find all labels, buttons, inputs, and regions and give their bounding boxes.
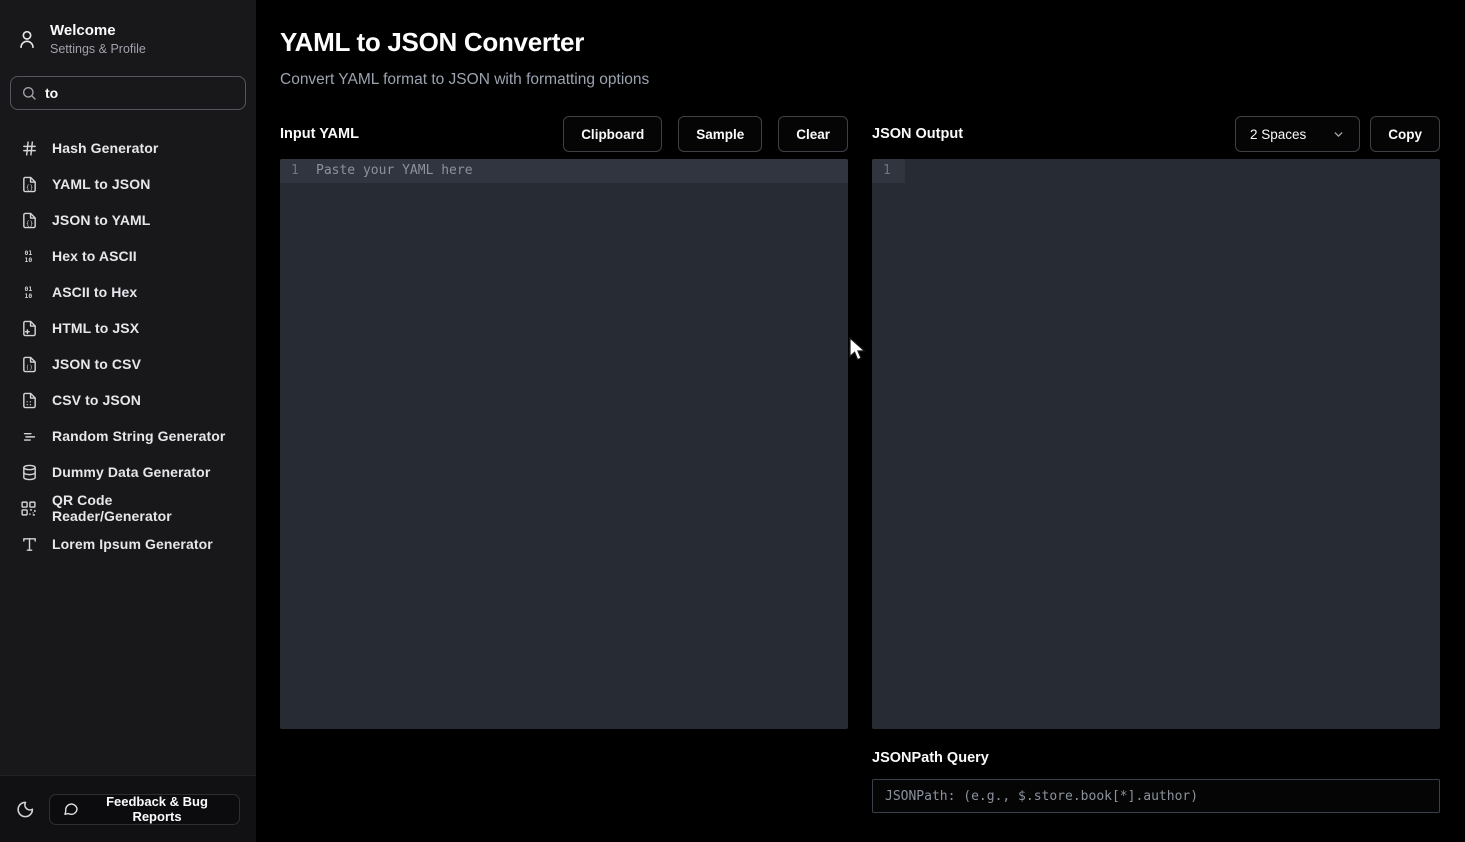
file-json-icon: {} [20, 212, 38, 229]
feedback-button[interactable]: Feedback & Bug Reports [49, 794, 240, 825]
clear-button[interactable]: Clear [778, 116, 848, 152]
tool-nav: Hash Generator {} YAML to JSON {} JSON t… [0, 120, 256, 775]
file-plus-icon [20, 320, 38, 337]
sidebar-item-json-to-yaml[interactable]: {} JSON to YAML [8, 202, 248, 238]
user-icon [16, 28, 38, 50]
theme-toggle-button[interactable] [16, 800, 35, 819]
search-box [10, 76, 246, 110]
chevron-down-icon [1332, 128, 1345, 141]
qr-code-icon [20, 500, 38, 517]
input-yaml-label: Input YAML [280, 126, 359, 142]
svg-text:(): () [25, 364, 32, 371]
yaml-input-editor[interactable]: 1 Paste your YAML here [280, 159, 848, 729]
editor-line: 1 Paste your YAML here [280, 159, 848, 183]
sidebar-item-hash-generator[interactable]: Hash Generator [8, 130, 248, 166]
svg-text:{}: {} [25, 184, 32, 191]
sidebar-item-html-to-jsx[interactable]: HTML to JSX [8, 310, 248, 346]
sidebar-item-json-to-csv[interactable]: () JSON to CSV [8, 346, 248, 382]
svg-text:10: 10 [24, 256, 32, 264]
sidebar-item-dummy-data-generator[interactable]: Dummy Data Generator [8, 454, 248, 490]
sidebar-item-qr-code-reader-generator[interactable]: QR Code Reader/Generator [8, 490, 248, 526]
feedback-button-label: Feedback & Bug Reports [88, 794, 226, 824]
sidebar-item-hex-to-ascii[interactable]: 01 10 Hex to ASCII [8, 238, 248, 274]
json-output-editor[interactable]: 1 [872, 159, 1440, 729]
binary-icon: 01 10 [20, 248, 38, 265]
clipboard-button[interactable]: Clipboard [563, 116, 662, 152]
jsonpath-query-input[interactable] [872, 779, 1440, 813]
editor-line: 1 [872, 159, 1440, 183]
jsonpath-query-label: JSONPath Query [872, 750, 1440, 766]
yaml-editor-placeholder: Paste your YAML here [313, 159, 473, 183]
sidebar: Welcome Settings & Profile Hash Generato… [0, 0, 256, 842]
json-output-panel: JSON Output 2 Spaces Copy 1 [872, 116, 1440, 813]
indent-select[interactable]: 2 Spaces [1235, 116, 1360, 152]
type-icon [20, 536, 38, 553]
search-input[interactable] [45, 85, 235, 101]
line-number: 1 [280, 159, 313, 183]
profile-header[interactable]: Welcome Settings & Profile [0, 0, 256, 70]
moon-icon [16, 800, 35, 819]
main-content: YAML to JSON Converter Convert YAML form… [256, 0, 1465, 842]
page-subtitle: Convert YAML format to JSON with formatt… [280, 71, 1440, 89]
file-json-icon: () [20, 356, 38, 373]
input-yaml-panel: Input YAML Clipboard Sample Clear 1 Past… [280, 116, 848, 813]
copy-button[interactable]: Copy [1370, 116, 1440, 152]
sample-button[interactable]: Sample [678, 116, 762, 152]
svg-text:{}: {} [25, 220, 32, 227]
sidebar-item-random-string-generator[interactable]: Random String Generator [8, 418, 248, 454]
page-title: YAML to JSON Converter [280, 27, 1440, 58]
sidebar-item-ascii-to-hex[interactable]: 01 10 ASCII to Hex [8, 274, 248, 310]
profile-subtitle: Settings & Profile [50, 42, 146, 56]
binary-icon: 01 10 [20, 284, 38, 301]
text-lines-icon [20, 428, 38, 445]
search-icon [21, 85, 37, 101]
message-circle-icon [63, 801, 79, 817]
profile-title: Welcome [50, 22, 146, 39]
indent-select-value: 2 Spaces [1250, 127, 1306, 142]
json-output-label: JSON Output [872, 126, 963, 142]
sidebar-item-yaml-to-json[interactable]: {} YAML to JSON [8, 166, 248, 202]
file-json-icon: {} [20, 176, 38, 193]
file-spreadsheet-icon [20, 392, 38, 409]
sidebar-item-csv-to-json[interactable]: CSV to JSON [8, 382, 248, 418]
hash-icon [20, 140, 38, 157]
database-icon [20, 464, 38, 481]
line-number: 1 [872, 159, 905, 183]
sidebar-item-lorem-ipsum-generator[interactable]: Lorem Ipsum Generator [8, 526, 248, 562]
sidebar-footer: Feedback & Bug Reports [0, 775, 256, 842]
svg-text:10: 10 [24, 292, 32, 300]
